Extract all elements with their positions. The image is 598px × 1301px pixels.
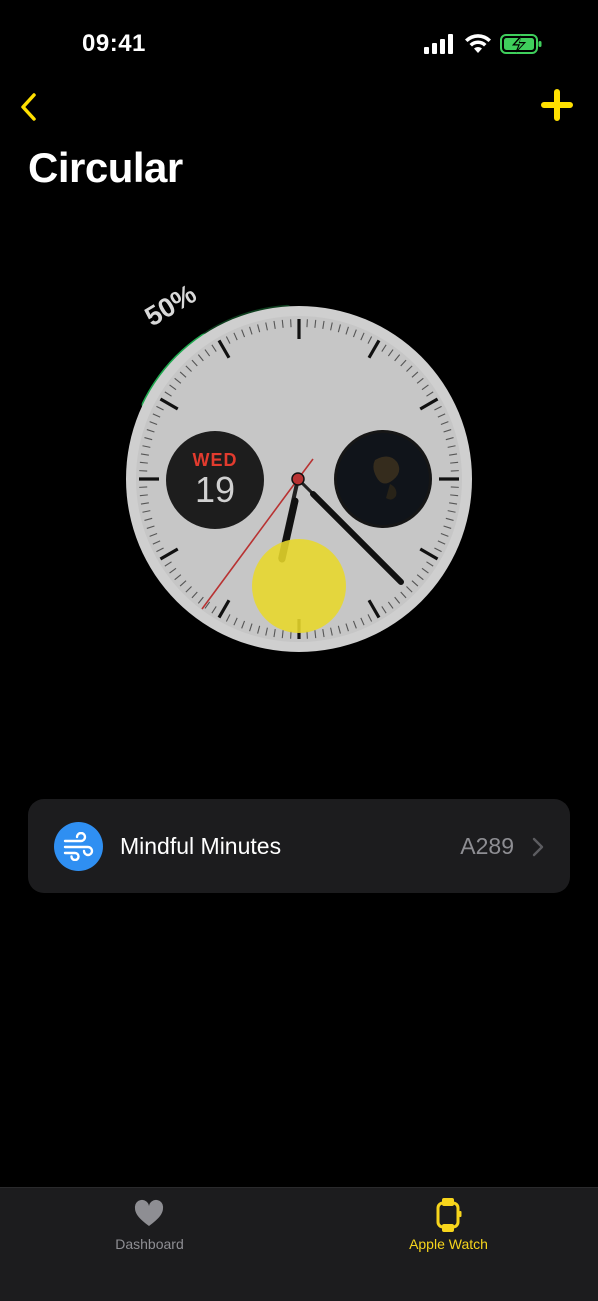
date-day-label: WED — [193, 450, 238, 470]
status-time: 09:41 — [82, 30, 146, 58]
list-item-mindful-minutes[interactable]: Mindful Minutes A289 — [28, 799, 570, 893]
battery-charging-icon — [500, 33, 542, 55]
date-number-label: 19 — [195, 469, 235, 510]
page-title: Circular — [28, 144, 183, 192]
plus-icon — [540, 88, 574, 122]
watch-face: 50% WED 19 — [120, 270, 480, 670]
back-button[interactable] — [14, 90, 44, 124]
touch-indicator — [252, 539, 346, 633]
tab-dashboard[interactable]: Dashboard — [0, 1188, 299, 1268]
heart-icon — [134, 1198, 164, 1232]
list-item-label: Mindful Minutes — [120, 833, 281, 860]
tab-apple-watch[interactable]: Apple Watch — [299, 1188, 598, 1268]
tab-apple-watch-label: Apple Watch — [299, 1236, 598, 1252]
list-item-value: A289 — [460, 833, 514, 860]
tab-bar: Dashboard Apple Watch — [0, 1187, 598, 1301]
tab-dashboard-label: Dashboard — [0, 1236, 299, 1252]
center-pin — [292, 473, 304, 485]
watch-icon — [433, 1198, 463, 1232]
wifi-icon — [464, 32, 492, 54]
chevron-left-icon — [14, 90, 44, 124]
wind-icon — [54, 822, 103, 871]
add-button[interactable] — [540, 88, 574, 122]
watch-face-preview: 50% WED 19 — [120, 270, 480, 670]
cellular-signal-icon — [424, 34, 454, 54]
chevron-right-icon — [532, 837, 544, 857]
complication-percent-label: 50% — [140, 279, 202, 333]
status-bar: 09:41 — [0, 0, 598, 88]
